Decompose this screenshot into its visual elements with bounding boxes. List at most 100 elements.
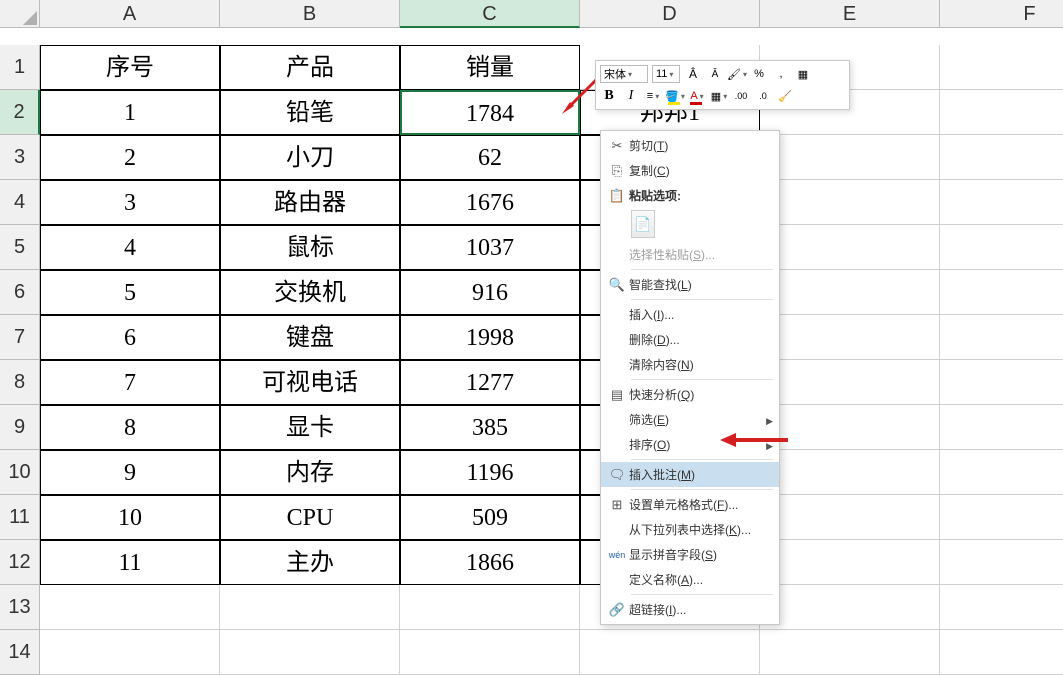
italic-button[interactable]: I	[622, 87, 640, 105]
row-header-8[interactable]: 8	[0, 360, 40, 405]
cell-B10[interactable]: 内存	[220, 450, 400, 495]
cell-B14[interactable]	[220, 630, 400, 675]
clear-format-icon[interactable]: 🧹	[776, 87, 794, 105]
cell-A9[interactable]: 8	[40, 405, 220, 450]
cell-F13[interactable]	[940, 585, 1063, 630]
cell-F5[interactable]	[940, 225, 1063, 270]
menu-filter[interactable]: 筛选(E)	[601, 407, 779, 432]
cell-C10[interactable]: 1196	[400, 450, 580, 495]
cell-F7[interactable]	[940, 315, 1063, 360]
increase-font-icon[interactable]: Â	[684, 65, 702, 83]
menu-cut[interactable]: ✂ 剪切(T)	[601, 133, 779, 158]
spreadsheet-grid[interactable]: A B C D E F 1 序号 产品 销量 2 1 铅笔 1784 邦邦1 3…	[0, 0, 1063, 675]
row-header-9[interactable]: 9	[0, 405, 40, 450]
cell-E12[interactable]	[760, 540, 940, 585]
cell-C14[interactable]	[400, 630, 580, 675]
cell-F1[interactable]	[940, 45, 1063, 90]
row-header-2[interactable]: 2	[0, 90, 40, 135]
cell-E13[interactable]	[760, 585, 940, 630]
cell-B2[interactable]: 铅笔	[220, 90, 400, 135]
menu-clear[interactable]: 清除内容(N)	[601, 352, 779, 377]
row-header-6[interactable]: 6	[0, 270, 40, 315]
cell-A4[interactable]: 3	[40, 180, 220, 225]
percent-icon[interactable]: %	[750, 65, 768, 83]
row-header-4[interactable]: 4	[0, 180, 40, 225]
cell-B4[interactable]: 路由器	[220, 180, 400, 225]
cell-E4[interactable]	[760, 180, 940, 225]
cell-E7[interactable]	[760, 315, 940, 360]
col-header-D[interactable]: D	[580, 0, 760, 28]
menu-dropdown-list[interactable]: 从下拉列表中选择(K)...	[601, 517, 779, 542]
cell-F6[interactable]	[940, 270, 1063, 315]
cell-F8[interactable]	[940, 360, 1063, 405]
cell-C7[interactable]: 1998	[400, 315, 580, 360]
cell-C5[interactable]: 1037	[400, 225, 580, 270]
cell-B7[interactable]: 键盘	[220, 315, 400, 360]
menu-hyperlink[interactable]: 🔗 超链接(I)...	[601, 597, 779, 622]
cell-E14[interactable]	[760, 630, 940, 675]
row-header-5[interactable]: 5	[0, 225, 40, 270]
cell-D14[interactable]	[580, 630, 760, 675]
col-header-B[interactable]: B	[220, 0, 400, 28]
select-all-corner[interactable]	[0, 0, 40, 28]
cell-F14[interactable]	[940, 630, 1063, 675]
row-header-12[interactable]: 12	[0, 540, 40, 585]
menu-copy[interactable]: ⎘ 复制(C)	[601, 158, 779, 183]
cell-C12[interactable]: 1866	[400, 540, 580, 585]
borders-icon[interactable]: ▦	[794, 65, 812, 83]
cell-E11[interactable]	[760, 495, 940, 540]
cell-F9[interactable]	[940, 405, 1063, 450]
cell-B11[interactable]: CPU	[220, 495, 400, 540]
cell-B8[interactable]: 可视电话	[220, 360, 400, 405]
cell-A14[interactable]	[40, 630, 220, 675]
cell-B9[interactable]: 显卡	[220, 405, 400, 450]
cell-C8[interactable]: 1277	[400, 360, 580, 405]
cell-E5[interactable]	[760, 225, 940, 270]
cell-A11[interactable]: 10	[40, 495, 220, 540]
cell-A10[interactable]: 9	[40, 450, 220, 495]
row-header-11[interactable]: 11	[0, 495, 40, 540]
align-icon[interactable]: ≡	[644, 87, 662, 105]
cell-B1[interactable]: 产品	[220, 45, 400, 90]
cell-B6[interactable]: 交换机	[220, 270, 400, 315]
cell-C13[interactable]	[400, 585, 580, 630]
cell-B5[interactable]: 鼠标	[220, 225, 400, 270]
comma-style-icon[interactable]: ,	[772, 65, 790, 83]
cell-F2[interactable]	[940, 90, 1063, 135]
cell-A2[interactable]: 1	[40, 90, 220, 135]
cell-E8[interactable]	[760, 360, 940, 405]
cell-A12[interactable]: 11	[40, 540, 220, 585]
menu-delete[interactable]: 删除(D)...	[601, 327, 779, 352]
row-header-13[interactable]: 13	[0, 585, 40, 630]
cell-C9[interactable]: 385	[400, 405, 580, 450]
cell-A3[interactable]: 2	[40, 135, 220, 180]
cell-A1[interactable]: 序号	[40, 45, 220, 90]
menu-sort[interactable]: 排序(O)	[601, 432, 779, 457]
cell-C3[interactable]: 62	[400, 135, 580, 180]
cell-C2[interactable]: 1784	[400, 90, 580, 135]
cell-F10[interactable]	[940, 450, 1063, 495]
cell-E10[interactable]	[760, 450, 940, 495]
font-color-icon[interactable]: A	[688, 87, 706, 105]
cell-E3[interactable]	[760, 135, 940, 180]
col-header-C[interactable]: C	[400, 0, 580, 28]
cell-A13[interactable]	[40, 585, 220, 630]
cell-F11[interactable]	[940, 495, 1063, 540]
cell-C1[interactable]: 销量	[400, 45, 580, 90]
menu-paste-special[interactable]: 选择性粘贴(S)...	[601, 242, 779, 267]
cell-B13[interactable]	[220, 585, 400, 630]
cell-C6[interactable]: 916	[400, 270, 580, 315]
format-painter-icon[interactable]: 🖌	[728, 65, 746, 83]
menu-insert[interactable]: 插入(I)...	[601, 302, 779, 327]
decrease-decimal-icon[interactable]: .0	[754, 87, 772, 105]
menu-insert-comment[interactable]: 🗨 插入批注(M)	[601, 462, 779, 487]
cell-E9[interactable]	[760, 405, 940, 450]
row-header-7[interactable]: 7	[0, 315, 40, 360]
font-size-dropdown[interactable]: 11	[652, 65, 680, 83]
cell-A7[interactable]: 6	[40, 315, 220, 360]
decrease-font-icon[interactable]: Ǎ	[706, 65, 724, 83]
row-header-14[interactable]: 14	[0, 630, 40, 675]
font-name-dropdown[interactable]: 宋体	[600, 65, 648, 83]
increase-decimal-icon[interactable]: .00	[732, 87, 750, 105]
menu-smart-lookup[interactable]: 🔍 智能查找(L)	[601, 272, 779, 297]
